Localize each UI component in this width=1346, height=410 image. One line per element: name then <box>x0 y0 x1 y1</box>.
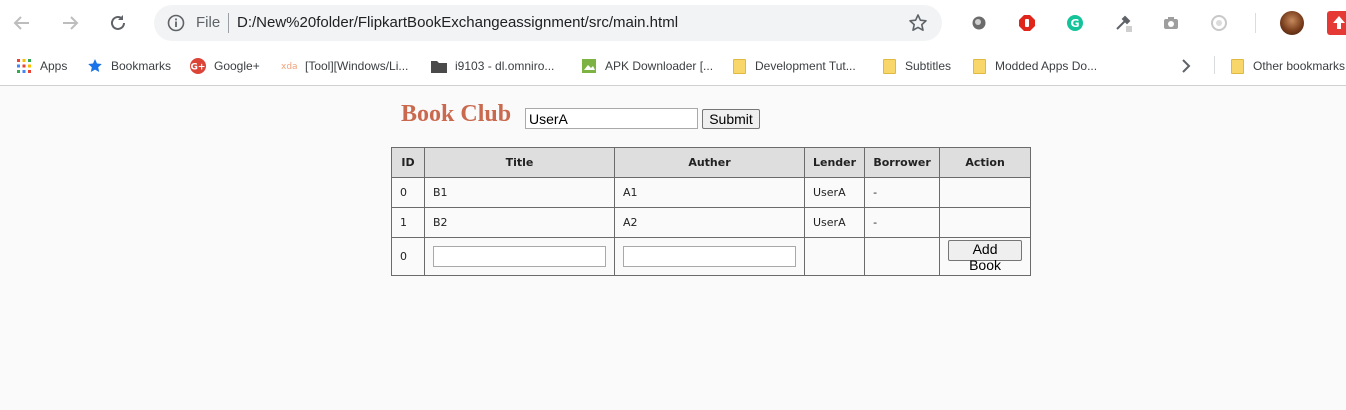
bookmark-label: [Tool][Windows/Li... <box>305 59 409 73</box>
bookmark-label: Development Tut... <box>755 59 856 73</box>
profile-avatar[interactable] <box>1280 11 1304 35</box>
new-title-input[interactable] <box>433 246 606 267</box>
header-action: Action <box>939 147 1032 178</box>
eyedropper-icon[interactable] <box>1111 11 1135 35</box>
bookmark-i9103[interactable]: i9103 - dl.omniro... <box>431 56 554 76</box>
bookmarks-bar: Apps Bookmarks G+ Google+ xda [Tool][Win… <box>0 46 1346 86</box>
add-book-button[interactable]: Add Book <box>948 240 1023 273</box>
table-header-row: ID Title Auther Lender Borrower Action <box>391 147 1032 178</box>
cell-lender: UserA <box>803 207 866 238</box>
cell-borrower: - <box>864 207 941 238</box>
bookmark-label: Bookmarks <box>111 59 172 73</box>
scheme-label: File <box>196 14 221 31</box>
cell-new-borrower <box>864 237 941 276</box>
page-title: Book Club <box>401 101 512 127</box>
cell-auther: A1 <box>614 177 805 208</box>
bookmark-other-bookmarks[interactable]: Other bookmarks <box>1229 56 1345 76</box>
header-title: Title <box>424 147 615 178</box>
bookmark-modded-apps[interactable]: Modded Apps Do... <box>971 56 1097 76</box>
header-borrower: Borrower <box>864 147 941 178</box>
back-icon[interactable] <box>7 8 37 38</box>
cell-title: B1 <box>424 177 615 208</box>
address-divider <box>228 13 229 33</box>
bookmark-apps[interactable]: Apps <box>16 56 67 76</box>
cell-id: 0 <box>391 177 425 208</box>
cell-new-id: 0 <box>391 237 425 276</box>
bookmarks-overflow-chevron-icon[interactable] <box>1180 56 1192 76</box>
bookmarks-divider <box>1214 56 1215 74</box>
header-lender: Lender <box>803 147 866 178</box>
table-row: 0 B1 A1 UserA - <box>391 177 1032 208</box>
folder-icon <box>731 58 747 74</box>
cell-new-lender <box>803 237 866 276</box>
image-icon <box>581 58 597 74</box>
bookmark-label: Other bookmarks <box>1253 59 1346 73</box>
camera-icon[interactable] <box>1159 11 1183 35</box>
cell-title: B2 <box>424 207 615 238</box>
bookmark-development-tut[interactable]: Development Tut... <box>731 56 856 76</box>
cell-new-action: Add Book <box>939 237 1032 276</box>
apps-grid-icon <box>16 58 32 74</box>
table-row: 1 B2 A2 UserA - <box>391 207 1032 238</box>
chrome-update-icon[interactable] <box>1327 11 1346 35</box>
browser-toolbar: File D:/New%20folder/FlipkartBookExchang… <box>0 0 1346 46</box>
url-text[interactable]: D:/New%20folder/FlipkartBookExchangeassi… <box>237 14 678 31</box>
cell-borrower: - <box>864 177 941 208</box>
bookmark-bookmarks[interactable]: Bookmarks <box>87 56 171 76</box>
cell-action <box>939 177 1032 208</box>
toolbar-divider <box>1255 13 1256 33</box>
extension-circle-icon[interactable] <box>967 11 991 35</box>
cell-action <box>939 207 1032 238</box>
bookmark-label: Apps <box>40 59 68 73</box>
xda-icon: xda <box>281 58 297 74</box>
star-icon <box>87 58 103 74</box>
forward-icon[interactable] <box>55 8 85 38</box>
cell-id: 1 <box>391 207 425 238</box>
svg-text:G+: G+ <box>191 63 206 73</box>
cell-new-title <box>424 237 615 276</box>
books-table: ID Title Auther Lender Borrower Action 0… <box>391 147 1032 276</box>
header-id: ID <box>391 147 425 178</box>
user-input[interactable] <box>525 108 698 129</box>
reload-icon[interactable] <box>103 8 133 38</box>
cell-new-auther <box>614 237 805 276</box>
folder-icon <box>971 58 987 74</box>
cell-auther: A2 <box>614 207 805 238</box>
extension-ring-icon[interactable] <box>1207 11 1231 35</box>
bookmark-subtitles[interactable]: Subtitles <box>881 56 951 76</box>
svg-text:xda: xda <box>281 62 297 72</box>
bookmark-label: Google+ <box>214 59 260 73</box>
bookmark-label: Modded Apps Do... <box>995 59 1098 73</box>
google-plus-icon: G+ <box>190 58 206 74</box>
folder-dark-icon <box>431 58 447 74</box>
bookmark-label: APK Downloader [... <box>605 59 714 73</box>
submit-button[interactable]: Submit <box>702 109 760 129</box>
bookmark-star-icon[interactable] <box>906 11 930 35</box>
bookmark-label: i9103 - dl.omniro... <box>455 59 555 73</box>
header-auther: Auther <box>614 147 805 178</box>
address-bar[interactable]: File D:/New%20folder/FlipkartBookExchang… <box>154 5 942 41</box>
grammarly-icon[interactable]: G <box>1063 11 1087 35</box>
folder-icon <box>881 58 897 74</box>
add-book-row: 0 Add Book <box>391 237 1032 276</box>
folder-icon <box>1229 58 1245 74</box>
svg-text:G: G <box>1070 17 1079 30</box>
new-auther-input[interactable] <box>623 246 796 267</box>
bookmark-xda[interactable]: xda [Tool][Windows/Li... <box>281 56 408 76</box>
bookmark-apk-downloader[interactable]: APK Downloader [... <box>581 56 713 76</box>
adblock-icon[interactable] <box>1015 11 1039 35</box>
bookmark-label: Subtitles <box>905 59 952 73</box>
info-icon[interactable] <box>166 13 186 33</box>
cell-lender: UserA <box>803 177 866 208</box>
bookmark-google-plus[interactable]: G+ Google+ <box>190 56 260 76</box>
